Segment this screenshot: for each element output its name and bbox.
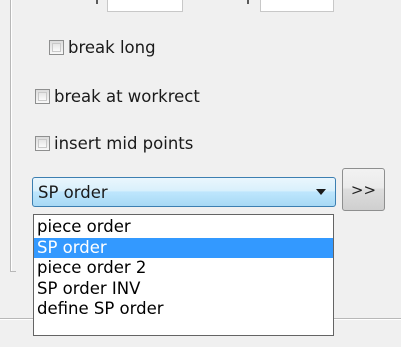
field-label-fragment bbox=[247, 0, 249, 4]
checkbox-box[interactable] bbox=[35, 89, 50, 104]
dropdown-option-define-sp-order[interactable]: define SP order bbox=[34, 299, 333, 320]
order-dropdown-list: piece order SP order piece order 2 SP or… bbox=[33, 214, 334, 336]
dropdown-option-sp-order[interactable]: SP order bbox=[34, 237, 333, 258]
break-at-workrect-label: break at workrect bbox=[54, 87, 200, 106]
break-long-label: break long bbox=[68, 38, 156, 57]
dropdown-option-piece-order[interactable]: piece order bbox=[34, 217, 333, 238]
dropdown-option-piece-order-2[interactable]: piece order 2 bbox=[34, 258, 333, 279]
break-long-checkbox[interactable]: break long bbox=[49, 38, 156, 57]
break-at-workrect-checkbox[interactable]: break at workrect bbox=[35, 87, 200, 106]
group-box-border bbox=[10, 0, 12, 272]
checkbox-box[interactable] bbox=[35, 136, 50, 151]
top-text-field-2[interactable] bbox=[260, 0, 334, 12]
order-combobox-value: SP order bbox=[38, 182, 108, 202]
order-combobox[interactable]: SP order bbox=[32, 177, 336, 207]
top-text-field-1[interactable] bbox=[107, 0, 183, 12]
insert-mid-points-checkbox[interactable]: insert mid points bbox=[35, 134, 193, 153]
chevron-down-icon[interactable] bbox=[316, 189, 326, 195]
insert-mid-points-label: insert mid points bbox=[54, 134, 194, 153]
checkbox-box[interactable] bbox=[49, 40, 64, 55]
dropdown-option-sp-order-inv[interactable]: SP order INV bbox=[34, 279, 333, 300]
group-box-border-bottom bbox=[10, 271, 16, 272]
go-button[interactable]: >> bbox=[342, 168, 385, 211]
field-label-fragment bbox=[96, 0, 98, 4]
